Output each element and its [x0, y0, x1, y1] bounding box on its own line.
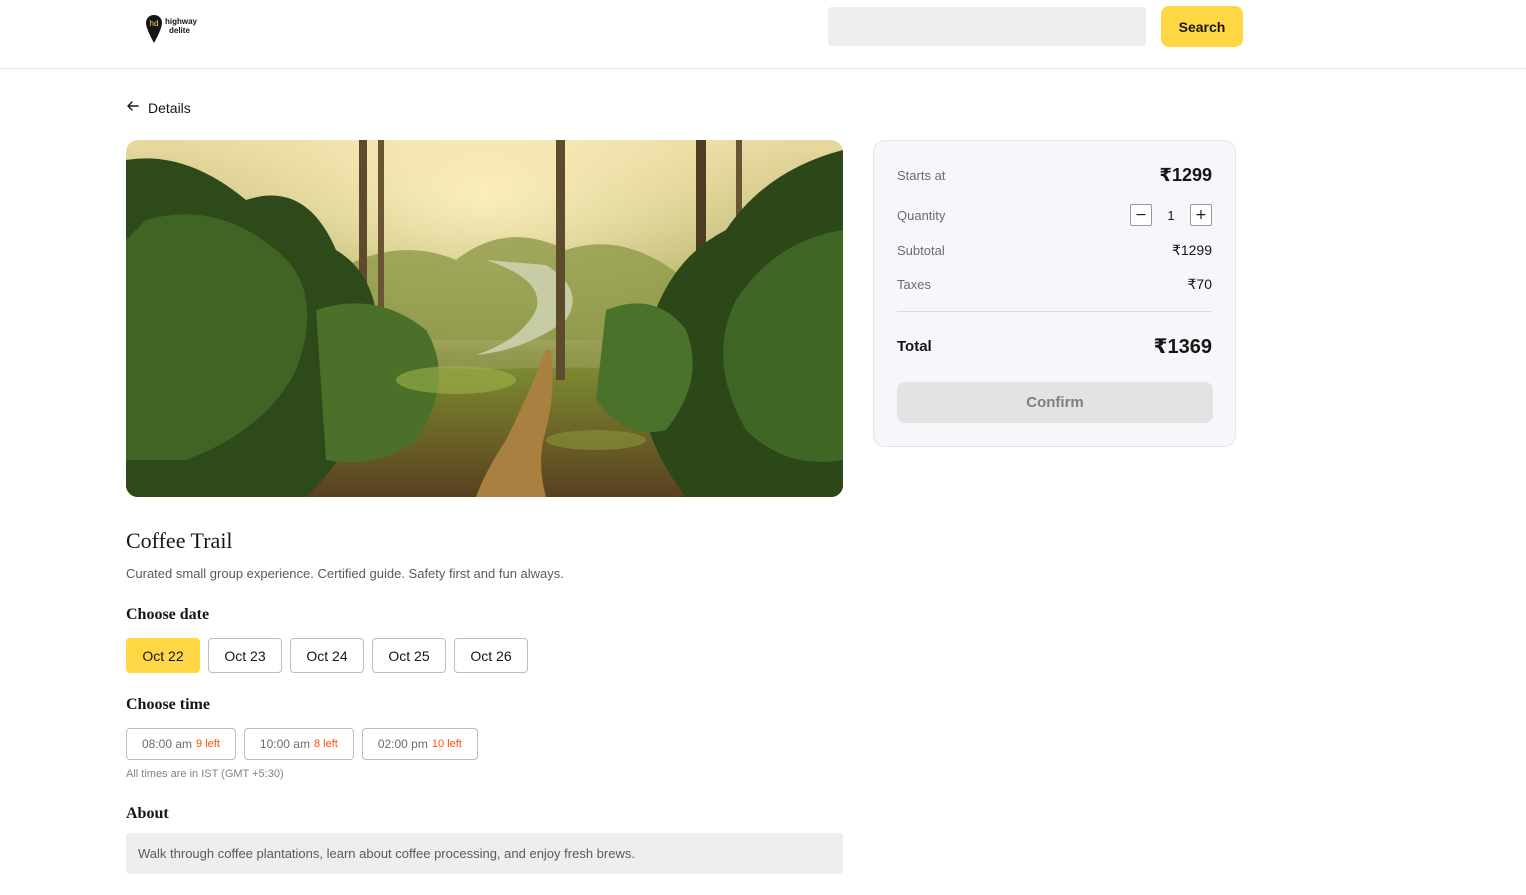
date-option[interactable]: Oct 23	[208, 638, 282, 673]
increment-button[interactable]: +	[1190, 204, 1212, 226]
arrow-left-icon	[126, 99, 140, 116]
confirm-button[interactable]: Confirm	[897, 382, 1213, 423]
date-options: Oct 22 Oct 23 Oct 24 Oct 25 Oct 26	[126, 638, 528, 673]
taxes-row: Taxes ₹70	[897, 276, 1212, 293]
time-label: 10:00 am	[259, 737, 310, 751]
quantity-stepper: − 1 +	[1130, 204, 1212, 226]
choose-date-heading: Choose date	[126, 606, 210, 623]
brand-name: highway delite	[165, 17, 198, 35]
top-header: hd highway delite Search	[0, 0, 1526, 69]
svg-text:hd: hd	[150, 19, 159, 28]
date-option[interactable]: Oct 22	[126, 638, 200, 673]
date-option[interactable]: Oct 24	[290, 638, 364, 673]
experience-description: Curated small group experience. Certifie…	[126, 566, 564, 581]
time-label: 08:00 am	[142, 737, 193, 751]
decrement-button[interactable]: −	[1130, 204, 1152, 226]
quantity-label: Quantity	[897, 207, 946, 223]
time-options: 08:00 am 9 left 10:00 am 8 left 02:00 pm…	[126, 728, 478, 760]
total-label: Total	[897, 338, 932, 355]
booking-summary-card: Starts at ₹1299 Quantity − 1 + Subtotal …	[873, 140, 1236, 447]
search-input[interactable]	[828, 7, 1146, 46]
total-row: Total ₹1369	[897, 334, 1212, 359]
experience-hero-image	[126, 140, 843, 497]
brand-logo[interactable]: hd highway delite	[145, 14, 197, 44]
seats-left-label: 8 left	[313, 738, 338, 750]
date-option[interactable]: Oct 26	[454, 638, 528, 673]
back-label: Details	[148, 99, 191, 116]
seats-left-label: 10 left	[431, 738, 462, 750]
summary-divider	[897, 311, 1212, 312]
location-pin-icon: hd	[145, 14, 163, 44]
time-option[interactable]: 08:00 am 9 left	[126, 728, 236, 760]
seats-left-label: 9 left	[196, 738, 220, 750]
quantity-row: Quantity − 1 +	[897, 204, 1212, 226]
back-link[interactable]: Details	[126, 99, 191, 116]
total-value: ₹1369	[1153, 336, 1212, 358]
time-label: 02:00 pm	[377, 737, 428, 751]
timezone-note: All times are in IST (GMT +5:30)	[126, 768, 284, 780]
taxes-label: Taxes	[897, 277, 931, 292]
taxes-value: ₹70	[1187, 276, 1212, 292]
about-heading: About	[126, 805, 169, 822]
about-text: Walk through coffee plantations, learn a…	[126, 833, 843, 874]
search-button[interactable]: Search	[1161, 6, 1243, 47]
starts-at-label: Starts at	[897, 168, 946, 183]
subtotal-row: Subtotal ₹1299	[897, 242, 1212, 259]
subtotal-value: ₹1299	[1171, 242, 1212, 258]
quantity-value: 1	[1167, 207, 1175, 223]
starts-at-price: ₹1299	[1159, 165, 1212, 185]
time-option[interactable]: 10:00 am 8 left	[243, 728, 354, 760]
time-option[interactable]: 02:00 pm 10 left	[361, 728, 478, 760]
choose-time-heading: Choose time	[126, 696, 210, 713]
subtotal-label: Subtotal	[897, 243, 945, 258]
experience-title: Coffee Trail	[126, 528, 233, 553]
date-option[interactable]: Oct 25	[372, 638, 446, 673]
starts-at-row: Starts at ₹1299	[897, 165, 1212, 186]
